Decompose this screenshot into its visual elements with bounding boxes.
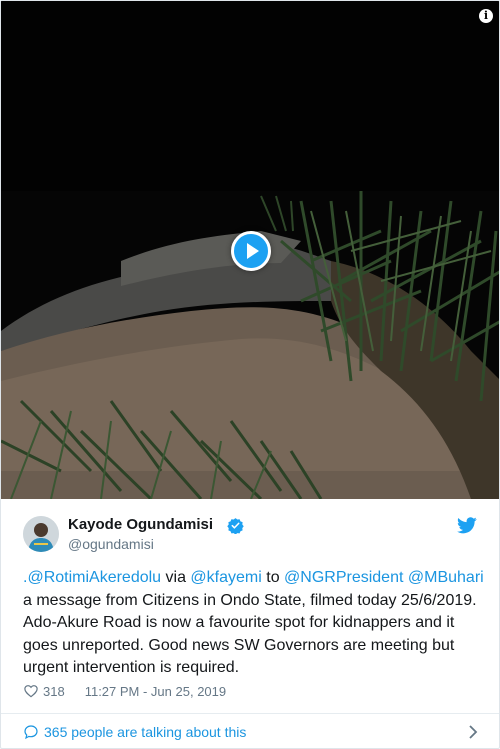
author-handle[interactable]: @ogundamisi xyxy=(68,536,154,552)
conversation-link[interactable]: 365 people are talking about this xyxy=(1,714,499,748)
twitter-bird-icon[interactable] xyxy=(457,517,477,534)
tweet-timestamp[interactable]: 11:27 PM - Jun 25, 2019 xyxy=(85,684,226,699)
avatar[interactable] xyxy=(23,516,59,552)
play-button[interactable] xyxy=(231,231,271,271)
tweet-text: .@RotimiAkeredolu via @kfayemi to @NGRPr… xyxy=(23,567,485,680)
mention-link[interactable]: @NGRPresident xyxy=(284,569,403,586)
tweet-text-segment: to xyxy=(261,569,285,586)
info-icon[interactable]: i xyxy=(479,9,493,23)
author-name[interactable]: Kayode Ogundamisi xyxy=(68,516,213,533)
chevron-right-icon[interactable] xyxy=(467,724,479,740)
mention-link[interactable]: @MBuhari xyxy=(408,569,484,586)
speech-bubble-icon xyxy=(24,725,38,740)
embedded-tweet-card: i Kayode Ogundamisi @ogundamisi .@Rotimi… xyxy=(0,0,500,749)
heart-icon[interactable] xyxy=(23,683,39,699)
verified-badge-icon xyxy=(227,518,244,534)
tweet-meta: 318 11:27 PM - Jun 25, 2019 xyxy=(23,682,226,700)
video-player[interactable]: i xyxy=(1,1,499,499)
tweet-text-segment: via xyxy=(161,569,191,586)
mention-link[interactable]: .@RotimiAkeredolu xyxy=(23,569,161,586)
tweet-text-segment: a message from Citizens in Ondo State, f… xyxy=(23,591,477,677)
play-icon xyxy=(247,243,259,259)
like-count[interactable]: 318 xyxy=(43,684,65,699)
mention-link[interactable]: @kfayemi xyxy=(190,569,261,586)
talking-count-label[interactable]: 365 people are talking about this xyxy=(44,724,246,740)
